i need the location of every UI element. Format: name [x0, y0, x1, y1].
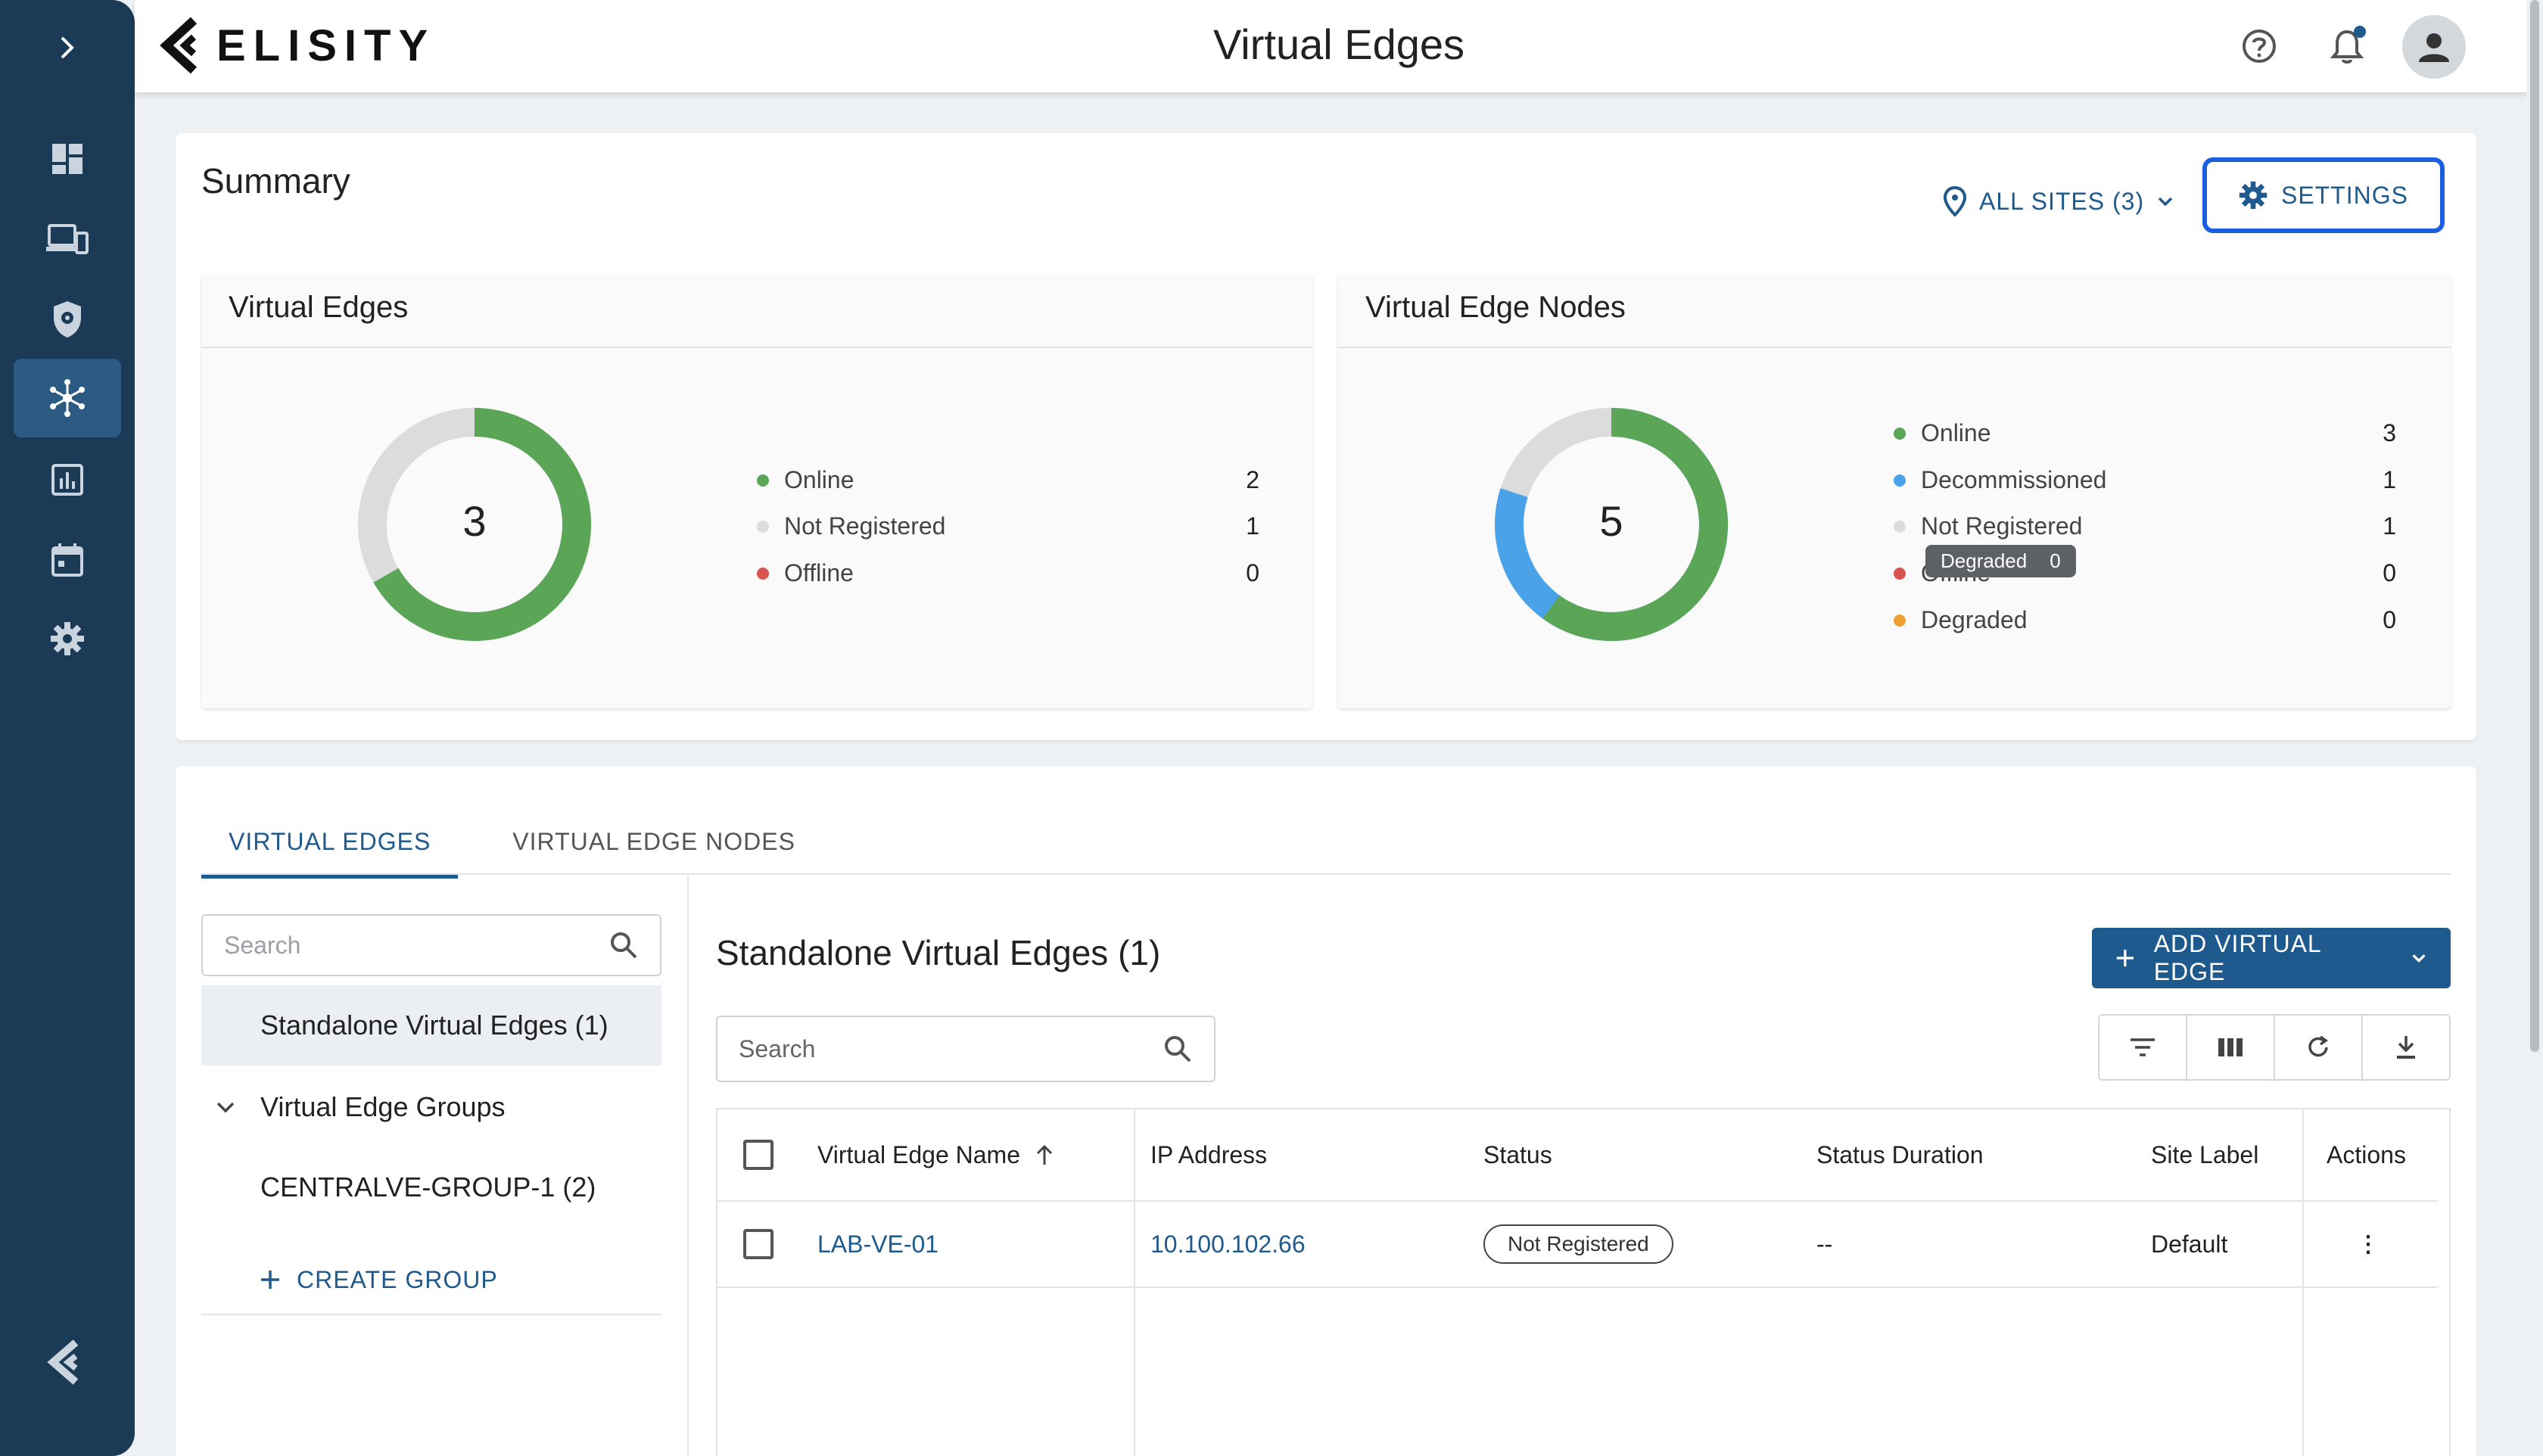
legend-online: Online: [1894, 419, 1991, 447]
user-avatar-icon[interactable]: [2402, 15, 2466, 79]
column-header-actions: Actions: [2327, 1140, 2406, 1168]
side-nav: [0, 0, 135, 1456]
column-header-site-label[interactable]: Site Label: [2151, 1109, 2258, 1200]
status-badge: Not Registered: [1483, 1224, 1673, 1264]
nav-devices-icon[interactable]: [14, 200, 121, 278]
legend-online: Online: [757, 466, 854, 494]
chart-tooltip: Degraded 0: [1925, 545, 2076, 577]
nav-settings-gear-icon[interactable]: [14, 599, 121, 678]
page-title: Virtual Edges: [1212, 20, 1465, 68]
group-search-placeholder: Search: [224, 931, 301, 959]
virtual-edge-nodes-summary-card: Virtual Edge Nodes 5 Online 3 Decommissi…: [1338, 274, 2451, 708]
chevron-down-icon: [2412, 954, 2426, 963]
create-group-button[interactable]: CREATE GROUP: [201, 1240, 661, 1320]
site-selector-label: ALL SITES (3): [1979, 187, 2145, 215]
notifications-bell-icon[interactable]: [2320, 20, 2373, 73]
sort-ascending-icon[interactable]: [1034, 1143, 1055, 1166]
virtual-edge-nodes-total: 5: [1599, 497, 1623, 545]
table-search-placeholder: Search: [739, 1034, 816, 1062]
virtual-edge-nodes-summary-title: Virtual Edge Nodes: [1365, 291, 1626, 324]
add-virtual-edge-button[interactable]: ADD VIRTUAL EDGE: [2092, 928, 2451, 988]
column-header-status-duration[interactable]: Status Duration: [1816, 1109, 1984, 1200]
settings-label: SETTINGS: [2280, 181, 2408, 209]
legend-offline-count: 0: [2383, 559, 2396, 586]
expand-nav-icon[interactable]: [48, 29, 86, 67]
virtual-edges-summary-title: Virtual Edges: [229, 291, 409, 324]
group-search-input[interactable]: Search: [201, 914, 661, 976]
tooltip-value: 0: [2050, 549, 2061, 572]
select-all-checkbox[interactable]: [743, 1109, 773, 1200]
virtual-edge-nodes-donut-chart: 5: [1494, 407, 1729, 642]
table-toolbar: [2098, 1014, 2451, 1081]
download-icon[interactable]: [2363, 1016, 2449, 1079]
virtual-edge-name-link[interactable]: LAB-VE-01: [817, 1202, 938, 1286]
top-header: ELISITY Virtual Edges: [135, 0, 2543, 92]
help-icon[interactable]: [2233, 20, 2286, 73]
panel-title: Standalone Virtual Edges (1): [716, 933, 1161, 972]
nav-virtual-edges-icon[interactable]: [14, 359, 121, 437]
virtual-edges-list-card: VIRTUAL EDGES VIRTUAL EDGE NODES Search …: [176, 766, 2476, 1456]
legend-not-registered-count: 1: [2383, 512, 2396, 540]
legend-not-registered: Not Registered: [1894, 512, 2082, 540]
row-actions-kebab-icon[interactable]: ⋮: [2357, 1202, 2380, 1286]
gear-icon: [2239, 181, 2268, 210]
legend-degraded: Degraded: [1894, 606, 2028, 634]
legend-decommissioned: Decommissioned: [1894, 466, 2106, 494]
scrollbar-thumb[interactable]: [2530, 0, 2539, 1052]
virtual-edges-summary-card: Virtual Edges 3 Online 2 Not Registered …: [201, 274, 1312, 708]
nav-analytics-icon[interactable]: [14, 440, 121, 519]
tree-item-group[interactable]: CENTRALVE-GROUP-1 (2): [201, 1147, 661, 1227]
column-header-ip[interactable]: IP Address: [1150, 1109, 1267, 1200]
nav-policy-shield-icon[interactable]: [14, 280, 121, 359]
table-row: LAB-VE-01 10.100.102.66 Not Registered -…: [717, 1202, 2437, 1288]
summary-card: Summary ALL SITES (3) SETTINGS Virtual E…: [176, 133, 2476, 740]
refresh-icon[interactable]: [2275, 1016, 2363, 1079]
search-icon: [611, 932, 637, 959]
notification-dot: [2354, 26, 2366, 38]
legend-online-count: 2: [1246, 466, 1259, 493]
plus-icon: [261, 1271, 279, 1289]
legend-not-registered-count: 1: [1246, 512, 1259, 540]
tooltip-label: Degraded: [1941, 549, 2028, 572]
tab-bar: VIRTUAL EDGES VIRTUAL EDGE NODES: [201, 814, 823, 879]
legend-offline: Offline: [757, 559, 854, 587]
legend-offline-count: 0: [1246, 559, 1259, 586]
table-search-input[interactable]: Search: [716, 1016, 1215, 1082]
column-header-status[interactable]: Status: [1483, 1109, 1552, 1200]
legend-degraded-count: 0: [2383, 606, 2396, 633]
tab-virtual-edges[interactable]: VIRTUAL EDGES: [201, 814, 459, 879]
legend-online-count: 3: [2383, 419, 2396, 446]
virtual-edges-donut-chart: 3: [357, 407, 592, 642]
virtual-edges-total: 3: [462, 497, 487, 545]
tree-item-virtual-edge-groups[interactable]: Virtual Edge Groups: [201, 1067, 661, 1147]
columns-icon[interactable]: [2187, 1016, 2275, 1079]
site-label-cell: Default: [2151, 1230, 2228, 1258]
status-cell: Not Registered: [1483, 1202, 1673, 1286]
legend-not-registered: Not Registered: [757, 512, 945, 540]
plus-icon: [2116, 949, 2134, 967]
legend-decommissioned-count: 1: [2383, 466, 2396, 493]
row-checkbox[interactable]: [743, 1202, 773, 1286]
tab-virtual-edge-nodes[interactable]: VIRTUAL EDGE NODES: [485, 814, 823, 879]
status-duration-cell: --: [1816, 1230, 1833, 1258]
table-header: Virtual Edge Name IP Address Status Stat…: [717, 1109, 2437, 1202]
site-selector[interactable]: ALL SITES (3): [1943, 179, 2174, 224]
column-header-name[interactable]: Virtual Edge Name: [817, 1109, 1055, 1200]
tree-item-standalone[interactable]: Standalone Virtual Edges (1): [201, 985, 661, 1066]
virtual-edges-table: Virtual Edge Name IP Address Status Stat…: [716, 1108, 2451, 1456]
summary-title: Summary: [201, 161, 350, 201]
elisity-mark-icon: [45, 1339, 88, 1385]
chevron-down-icon: [2158, 197, 2173, 207]
nav-calendar-icon[interactable]: [14, 521, 121, 599]
chevron-down-icon[interactable]: [209, 1096, 242, 1118]
search-icon: [1165, 1036, 1191, 1062]
page-scrollbar[interactable]: [2526, 0, 2543, 1456]
location-pin-icon: [1943, 186, 1967, 216]
filter-icon[interactable]: [2099, 1016, 2187, 1079]
ip-address-link[interactable]: 10.100.102.66: [1150, 1202, 1306, 1286]
settings-button[interactable]: SETTINGS: [2202, 157, 2445, 233]
nav-dashboard-icon[interactable]: [14, 120, 121, 198]
